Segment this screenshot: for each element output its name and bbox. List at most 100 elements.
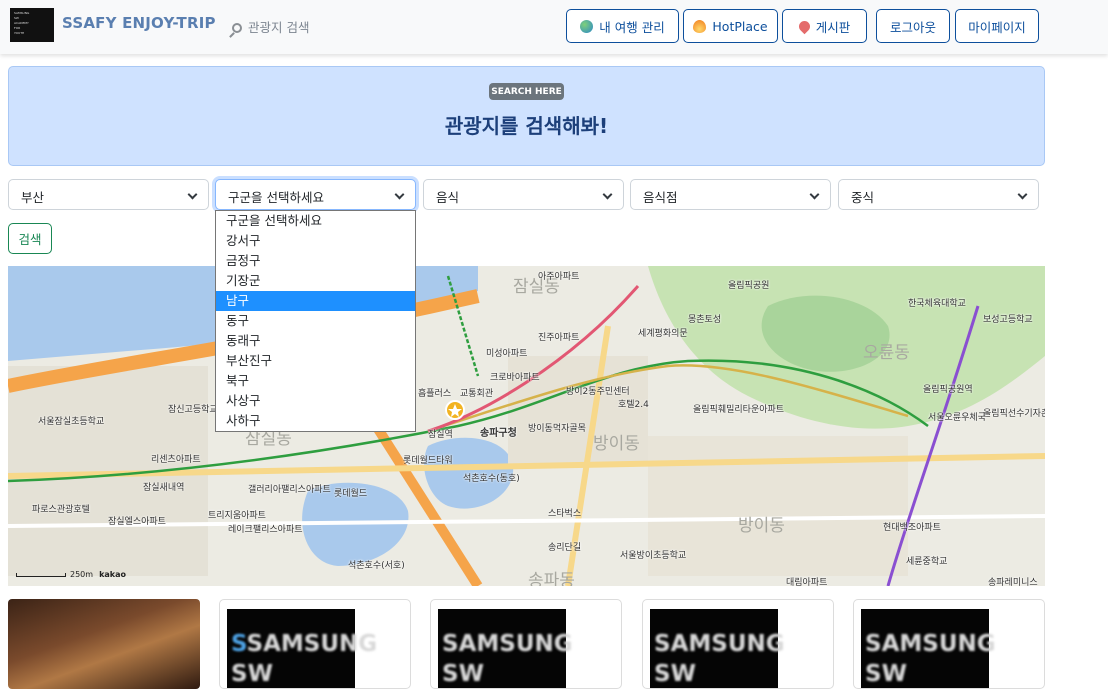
map-label: 올림픽공원역 xyxy=(923,385,973,395)
gugun-option[interactable]: 부산진구 xyxy=(216,351,415,371)
logo-line: SW xyxy=(14,16,19,20)
map-label: 세계평화의문 xyxy=(638,329,688,339)
map-background xyxy=(8,266,1045,586)
map-label: 롯데월드 xyxy=(334,489,368,499)
samsung-sw-logo-image: SAMSUNG SW xyxy=(861,609,996,688)
samsung-sw-logo-image: SAMSUNG SW xyxy=(438,609,573,688)
gugun-option[interactable]: 동구 xyxy=(216,311,415,331)
result-card[interactable]: SAMSUNG SW xyxy=(430,599,622,689)
scale-bar xyxy=(16,572,66,577)
map-label: 석촌호수(서호) xyxy=(348,561,405,571)
map-scale: 250m kakao xyxy=(16,570,126,579)
map-label: 리센츠아파트 xyxy=(151,455,201,465)
type-select[interactable]: 중식 xyxy=(838,179,1039,210)
subcategory-select[interactable]: 음식점 xyxy=(630,179,831,210)
magnifier-icon xyxy=(232,23,242,33)
logo-line: YOUTH xyxy=(14,31,25,35)
result-card[interactable]: SSAMSUNG SW xyxy=(219,599,411,689)
gugun-option[interactable]: 기장군 xyxy=(216,271,415,291)
map-label: 오륜동 xyxy=(863,343,910,363)
logout-button[interactable]: 로그아웃 xyxy=(876,9,950,43)
map-label: 방이동 xyxy=(738,516,785,536)
map-label: 아주아파트 xyxy=(538,272,580,282)
map-label: 미성아파트 xyxy=(486,349,528,359)
pushpin-icon xyxy=(796,18,813,34)
my-trip-label: 내 여행 관리 xyxy=(599,19,665,35)
board-label: 게시판 xyxy=(815,19,851,35)
map-label: 송파레미니스 xyxy=(988,578,1038,586)
map-label: 트리지움아파트 xyxy=(208,511,266,521)
gugun-value: 구군을 선택하세요 xyxy=(228,190,324,205)
chevron-down-icon xyxy=(809,189,820,200)
mypage-label: 마이페이지 xyxy=(968,19,1026,35)
sido-select[interactable]: 부산 xyxy=(8,179,209,210)
chevron-down-icon xyxy=(187,189,198,200)
map-label: 잠실역 xyxy=(428,430,453,440)
result-card[interactable]: SAMSUNG SW xyxy=(642,599,834,689)
category-select[interactable]: 음식 xyxy=(423,179,624,210)
ssafy-logo[interactable]: SAMSUNG SW ACADEMY FOR YOUTH xyxy=(10,8,54,42)
result-card[interactable]: SAMSUNG SW xyxy=(853,599,1045,689)
map-label: 파로스관광호텔 xyxy=(32,505,90,515)
map-label: 방이2동주민센터 xyxy=(566,387,630,397)
type-value: 중식 xyxy=(851,190,875,205)
gugun-dropdown-list[interactable]: 구군을 선택하세요 강서구 금정구 기장군 남구 동구 동래구 부산진구 북구 … xyxy=(215,210,416,432)
map-label: 송리단길 xyxy=(548,543,582,553)
gugun-option[interactable]: 북구 xyxy=(216,371,415,391)
board-button[interactable]: 게시판 xyxy=(782,9,867,43)
map-label: 갤러리아팰리스아파트 xyxy=(248,485,331,495)
hotplace-button[interactable]: HotPlace xyxy=(683,9,778,43)
gugun-option[interactable]: 동래구 xyxy=(216,331,415,351)
map-label: 흡플러스 xyxy=(418,389,452,399)
map-label: 잠신고등학교 xyxy=(168,405,218,415)
chevron-down-icon xyxy=(1017,189,1028,200)
map-label: 올림픽훼밀리타운아파트 xyxy=(693,405,785,415)
result-card-photo[interactable] xyxy=(8,599,200,689)
map-label: 서울방이초등학교 xyxy=(620,551,687,561)
map-label: 스타벅스 xyxy=(548,509,582,519)
sido-value: 부산 xyxy=(21,190,45,205)
gugun-option[interactable]: 구군을 선택하세요 xyxy=(216,211,415,231)
map-label: 서울잠실초등학교 xyxy=(38,417,105,427)
brand-title[interactable]: SSAFY ENJOY-TRIP xyxy=(62,14,216,32)
logo-text: SW xyxy=(442,661,484,687)
map-label: 세륜중학교 xyxy=(906,557,948,567)
logo-line: FOR xyxy=(14,26,21,30)
map-label: 송파구청 xyxy=(480,428,517,439)
map-label: 잠실새내역 xyxy=(143,483,185,493)
gugun-select[interactable]: 구군을 선택하세요 xyxy=(215,179,416,210)
map-label: 롯데월드타워 xyxy=(403,456,453,466)
globe-icon xyxy=(580,19,594,33)
nav-search-link[interactable]: 관광지 검색 xyxy=(232,17,309,36)
map-label: 대림아파트 xyxy=(786,578,828,586)
scale-label: 250m xyxy=(70,570,94,579)
map-label: 한국체육대학교 xyxy=(908,299,966,309)
logo-text: SW xyxy=(865,661,907,687)
kakao-map[interactable]: 잠실동 잠실동 방이동 방이동 오륜동 송파동 잠실역 송파구청 롯데월드타워 … xyxy=(8,266,1045,586)
navbar: SAMSUNG SW ACADEMY FOR YOUTH SSAFY ENJOY… xyxy=(0,0,1108,54)
nav-search-label: 관광지 검색 xyxy=(248,20,310,35)
chevron-down-icon xyxy=(602,189,613,200)
gugun-option[interactable]: 사상구 xyxy=(216,391,415,411)
gugun-option[interactable]: 사하구 xyxy=(216,411,415,431)
search-button[interactable]: 검색 xyxy=(8,223,52,254)
map-label: 방이동 xyxy=(593,434,640,454)
search-here-badge: SEARCH HERE xyxy=(489,83,564,100)
map-label: 보성고등학교 xyxy=(983,315,1033,325)
my-trip-button[interactable]: 내 여행 관리 xyxy=(566,9,679,43)
gugun-option-highlighted[interactable]: 남구 xyxy=(216,291,415,311)
gugun-option[interactable]: 강서구 xyxy=(216,231,415,251)
logo-text: SAMSUNG xyxy=(442,631,573,657)
map-label: 진주아파트 xyxy=(538,333,580,343)
map-label: 송파동 xyxy=(528,571,575,586)
map-label: 석촌호수(동호) xyxy=(463,474,520,484)
mypage-button[interactable]: 마이페이지 xyxy=(955,9,1039,43)
gugun-option[interactable]: 금정구 xyxy=(216,251,415,271)
logo-line: SAMSUNG xyxy=(14,11,30,15)
hotplace-label: HotPlace xyxy=(712,18,768,34)
map-label: 크로바아파트 xyxy=(490,373,540,383)
logo-text: SAMSUNG xyxy=(865,631,996,657)
logout-label: 로그아웃 xyxy=(889,19,936,35)
samsung-sw-logo-image: SAMSUNG SW xyxy=(650,609,785,688)
logo-text: SAMSUNG xyxy=(654,631,785,657)
